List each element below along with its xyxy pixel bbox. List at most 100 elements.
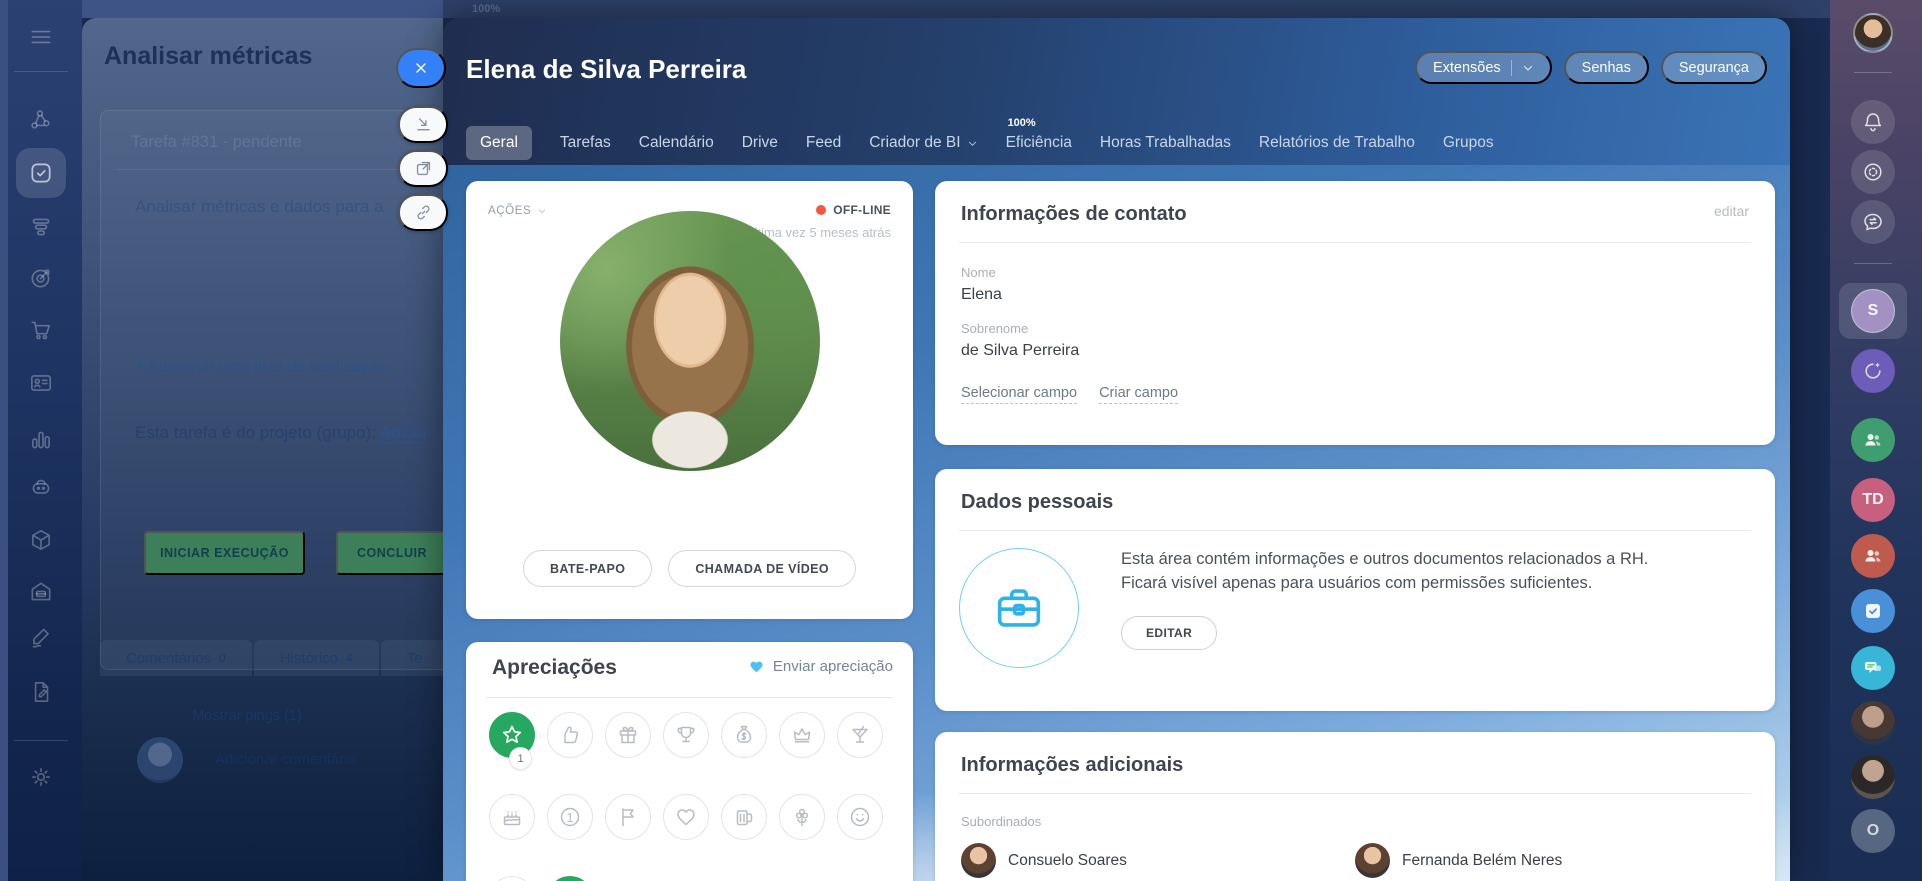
workspace-tile[interactable]: S	[1839, 283, 1907, 339]
contact-avatar-2[interactable]	[1844, 755, 1902, 799]
menu-icon[interactable]	[28, 24, 54, 50]
tab-drive[interactable]: Drive	[742, 134, 778, 152]
task-project-link[interactable]: Adicio	[379, 423, 427, 443]
cart-icon[interactable]	[28, 317, 54, 343]
tab-eficiencia[interactable]: 100% Eficiência	[1006, 117, 1072, 152]
tab-criador-bi[interactable]: Criador de BI	[869, 134, 977, 152]
tab-relatorios[interactable]: Relatórios de Trabalho	[1259, 134, 1415, 152]
subordinate-item[interactable]: Consuelo Soares	[961, 843, 1355, 878]
group-chat-red[interactable]	[1844, 534, 1902, 578]
complete-button[interactable]: CONCLUIR	[336, 531, 448, 575]
tab-horas-trabalhadas[interactable]: Horas Trabalhadas	[1100, 134, 1231, 152]
edit-link[interactable]: editar	[1714, 203, 1749, 219]
appreciation-row-1: 1	[489, 712, 883, 770]
group-chat-green[interactable]	[1844, 418, 1902, 462]
flower-badge[interactable]	[779, 794, 825, 840]
task-project-text: Esta tarefa é do projeto (grupo):	[135, 423, 376, 442]
money-bag-icon	[736, 725, 752, 743]
number-one-badge[interactable]: 1	[547, 794, 593, 840]
start-execution-button[interactable]: INICIAR EXECUÇÃO	[144, 531, 305, 575]
chat-bubbles-icon	[1865, 662, 1881, 673]
appreciation-row-3	[489, 876, 593, 881]
warehouse-icon[interactable]	[28, 579, 54, 605]
task-slider-panel: Analisar métricas Tarefa #831 - pendente…	[82, 18, 450, 881]
additional-info-card: Informações adicionais Subordinados Cons…	[935, 732, 1775, 881]
add-checklist-link[interactable]: + Adicionar uma lista de verificação	[135, 359, 387, 380]
passwords-button[interactable]: Senhas	[1563, 51, 1649, 84]
thumbs-up-badge[interactable]	[547, 712, 593, 758]
tab-geral[interactable]: Geral	[466, 126, 532, 160]
tab-tarefas[interactable]: Tarefas	[560, 134, 611, 152]
actions-menu[interactable]: AÇÕES	[488, 205, 547, 217]
tab-calendario[interactable]: Calendário	[639, 134, 714, 152]
bar-chart-icon[interactable]	[28, 427, 54, 453]
tab-grupos[interactable]: Grupos	[1443, 134, 1494, 152]
flag-badge[interactable]	[605, 794, 651, 840]
contact-fields: Nome Elena Sobrenome de Silva Perreira S…	[935, 243, 1775, 404]
tab-history[interactable]: Histórico 4	[253, 640, 379, 676]
cake-badge[interactable]	[489, 794, 535, 840]
money-bag-badge[interactable]	[721, 712, 767, 758]
sign-pencil-icon[interactable]	[28, 624, 54, 650]
messenger-button[interactable]	[1844, 200, 1902, 244]
profile-avatar[interactable]	[560, 211, 820, 471]
heart-icon	[750, 661, 763, 672]
task-link-icon[interactable]	[360, 52, 380, 72]
tab-history-count: 4	[346, 651, 353, 665]
extra-green-badge[interactable]	[547, 876, 593, 881]
notifications-button[interactable]	[1844, 100, 1902, 144]
chats-button[interactable]	[1844, 646, 1902, 690]
tab-feed[interactable]: Feed	[806, 134, 841, 152]
collapse-slider-button[interactable]	[398, 106, 448, 143]
support-button[interactable]	[1844, 150, 1902, 194]
tasks-chat[interactable]	[1844, 589, 1902, 633]
heart-badge[interactable]	[663, 794, 709, 840]
video-call-button[interactable]: CHAMADA DE VÍDEO	[668, 550, 857, 587]
funnel-icon[interactable]	[28, 214, 54, 240]
star-badge[interactable]: 1	[489, 712, 535, 770]
chat-button[interactable]: BATE-PAPO	[522, 550, 653, 587]
chat-td-avatar[interactable]: TD	[1844, 478, 1902, 522]
tab-time[interactable]: Te	[380, 640, 449, 676]
extra-badge[interactable]	[489, 876, 535, 881]
copilot-button[interactable]	[1844, 349, 1902, 393]
crown-badge[interactable]	[779, 712, 825, 758]
add-comment-placeholder[interactable]: Adicionar comentário	[215, 751, 356, 768]
gift-badge[interactable]	[605, 712, 651, 758]
settings-gear-icon[interactable]	[28, 764, 54, 790]
document-edit-icon[interactable]	[28, 679, 54, 705]
select-field-link[interactable]: Selecionar campo	[961, 385, 1078, 404]
security-button[interactable]: Segurança	[1660, 51, 1767, 84]
profile-status-card: AÇÕES OFF-LINE visto pela última vez 5 m…	[466, 181, 913, 619]
current-user-avatar[interactable]	[1844, 13, 1902, 53]
assistant-robot-icon[interactable]	[28, 474, 54, 500]
editar-button[interactable]: EDITAR	[1121, 615, 1218, 650]
trophy-icon	[677, 726, 695, 743]
send-appreciation-link[interactable]: Enviar apreciação	[748, 658, 893, 675]
tab-comments[interactable]: Comentários 0	[100, 640, 252, 676]
beer-badge[interactable]	[721, 794, 767, 840]
chevron-down-icon	[1523, 65, 1532, 71]
chat-o-avatar[interactable]: O	[1844, 809, 1902, 853]
open-new-window-button[interactable]	[398, 150, 448, 187]
network-icon[interactable]	[28, 107, 54, 133]
cocktail-badge[interactable]	[837, 712, 883, 758]
close-slider-button[interactable]	[396, 48, 446, 88]
target-icon[interactable]	[28, 265, 54, 291]
package-icon[interactable]	[28, 527, 54, 553]
create-field-link[interactable]: Criar campo	[1099, 385, 1179, 404]
smiley-badge[interactable]	[837, 794, 883, 840]
contact-avatar-1[interactable]	[1844, 701, 1902, 745]
background-top-strip-left	[82, 0, 443, 18]
id-card-icon[interactable]	[28, 370, 54, 396]
show-pings-link[interactable]: Mostrar pings (1)	[82, 708, 412, 724]
divider	[486, 697, 893, 698]
subordinate-item[interactable]: Fernanda Belém Neres	[1355, 843, 1749, 878]
tab-comments-count: 0	[219, 651, 226, 665]
trophy-badge[interactable]	[663, 712, 709, 758]
sidebar-item-tasks-active[interactable]	[16, 148, 66, 198]
copy-link-button[interactable]	[398, 194, 448, 231]
profile-tabs: Geral Tarefas Calendário Drive Feed Cria…	[466, 117, 1494, 160]
extensions-button[interactable]: Extensões	[1414, 51, 1552, 84]
screen: 100% Analisar métricas Tarefa #831 - pen…	[0, 0, 1922, 881]
